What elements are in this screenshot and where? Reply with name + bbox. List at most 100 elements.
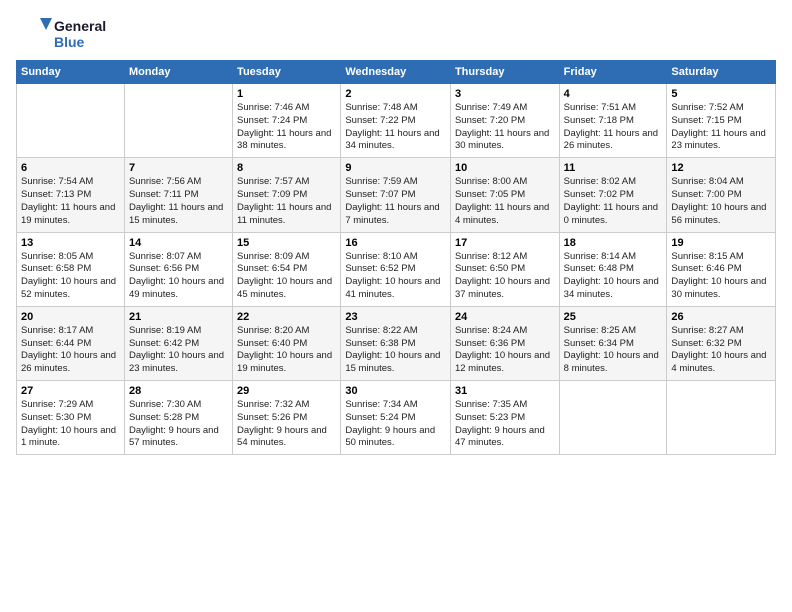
day-cell: 8Sunrise: 7:57 AM Sunset: 7:09 PM Daylig…: [233, 158, 341, 232]
day-cell: 25 Sunrise: 8:25 AM Sunset: 6:34 PM Dayli…: [559, 306, 667, 380]
header: General Blue: [16, 16, 776, 52]
week-row-3: 13 Sunrise: 8:05 AM Sunset: 6:58 PM Dayli…: [17, 232, 776, 306]
header-cell-saturday: Saturday: [667, 61, 776, 84]
day-number: 5: [671, 88, 771, 100]
day-info: Sunrise: 7:52 AM Sunset: 7:15 PM Dayligh…: [671, 102, 771, 153]
day-info: Sunrise: 8:27 AM Sunset: 6:32 PM Dayligh…: [671, 325, 771, 376]
day-number: 29: [237, 385, 336, 397]
day-number: 24: [455, 311, 555, 323]
day-number: 25: [564, 311, 663, 323]
day-cell: [559, 381, 667, 455]
day-cell: 14Sunrise: 8:07 AM Sunset: 6:56 PM Dayli…: [124, 232, 232, 306]
day-number: 27: [21, 385, 120, 397]
header-cell-tuesday: Tuesday: [233, 61, 341, 84]
day-number: 9: [345, 162, 446, 174]
day-cell: 16 Sunrise: 8:10 AM Sunset: 6:52 PM Dayli…: [341, 232, 451, 306]
day-cell: 2Sunrise: 7:48 AM Sunset: 7:22 PM Daylig…: [341, 84, 451, 158]
day-info: Sunrise: 8:02 AM Sunset: 7:02 PM Dayligh…: [564, 176, 663, 227]
day-cell: 20 Sunrise: 8:17 AM Sunset: 6:44 PM Dayli…: [17, 306, 125, 380]
day-cell: 30Sunrise: 7:34 AM Sunset: 5:24 PM Dayli…: [341, 381, 451, 455]
day-cell: 22Sunrise: 8:20 AM Sunset: 6:40 PM Dayli…: [233, 306, 341, 380]
day-info: Sunrise: 8:00 AM Sunset: 7:05 PM Dayligh…: [455, 176, 555, 227]
day-cell: 31 Sunrise: 7:35 AM Sunset: 5:23 PM Dayli…: [450, 381, 559, 455]
day-cell: 18Sunrise: 8:14 AM Sunset: 6:48 PM Dayli…: [559, 232, 667, 306]
week-row-4: 20 Sunrise: 8:17 AM Sunset: 6:44 PM Dayli…: [17, 306, 776, 380]
day-info: Sunrise: 8:20 AM Sunset: 6:40 PM Dayligh…: [237, 325, 336, 376]
day-number: 31: [455, 385, 555, 397]
day-info: Sunrise: 7:51 AM Sunset: 7:18 PM Dayligh…: [564, 102, 663, 153]
day-number: 12: [671, 162, 771, 174]
day-info: Sunrise: 7:30 AM Sunset: 5:28 PM Dayligh…: [129, 399, 228, 450]
day-cell: 26Sunrise: 8:27 AM Sunset: 6:32 PM Dayli…: [667, 306, 776, 380]
header-cell-monday: Monday: [124, 61, 232, 84]
day-cell: [17, 84, 125, 158]
day-info: Sunrise: 8:12 AM Sunset: 6:50 PM Dayligh…: [455, 251, 555, 302]
day-number: 13: [21, 237, 120, 249]
day-cell: 10 Sunrise: 8:00 AM Sunset: 7:05 PM Dayli…: [450, 158, 559, 232]
day-cell: 21 Sunrise: 8:19 AM Sunset: 6:42 PM Dayli…: [124, 306, 232, 380]
day-number: 14: [129, 237, 228, 249]
day-cell: 29 Sunrise: 7:32 AM Sunset: 5:26 PM Dayli…: [233, 381, 341, 455]
day-cell: [667, 381, 776, 455]
day-cell: 7 Sunrise: 7:56 AM Sunset: 7:11 PM Daylig…: [124, 158, 232, 232]
day-cell: 1 Sunrise: 7:46 AM Sunset: 7:24 PM Daylig…: [233, 84, 341, 158]
day-cell: 23 Sunrise: 8:22 AM Sunset: 6:38 PM Dayli…: [341, 306, 451, 380]
day-info: Sunrise: 8:04 AM Sunset: 7:00 PM Dayligh…: [671, 176, 771, 227]
day-info: Sunrise: 7:49 AM Sunset: 7:20 PM Dayligh…: [455, 102, 555, 153]
day-number: 4: [564, 88, 663, 100]
day-number: 16: [345, 237, 446, 249]
logo-blue: Blue: [54, 34, 106, 50]
week-row-5: 27 Sunrise: 7:29 AM Sunset: 5:30 PM Dayli…: [17, 381, 776, 455]
day-info: Sunrise: 8:19 AM Sunset: 6:42 PM Dayligh…: [129, 325, 228, 376]
day-info: Sunrise: 7:35 AM Sunset: 5:23 PM Dayligh…: [455, 399, 555, 450]
day-number: 15: [237, 237, 336, 249]
day-cell: 13 Sunrise: 8:05 AM Sunset: 6:58 PM Dayli…: [17, 232, 125, 306]
logo-general: General: [54, 18, 106, 34]
day-number: 10: [455, 162, 555, 174]
day-info: Sunrise: 8:24 AM Sunset: 6:36 PM Dayligh…: [455, 325, 555, 376]
day-info: Sunrise: 8:14 AM Sunset: 6:48 PM Dayligh…: [564, 251, 663, 302]
day-info: Sunrise: 7:29 AM Sunset: 5:30 PM Dayligh…: [21, 399, 120, 450]
day-number: 7: [129, 162, 228, 174]
day-number: 21: [129, 311, 228, 323]
day-number: 1: [237, 88, 336, 100]
day-info: Sunrise: 8:25 AM Sunset: 6:34 PM Dayligh…: [564, 325, 663, 376]
day-cell: 27 Sunrise: 7:29 AM Sunset: 5:30 PM Dayli…: [17, 381, 125, 455]
day-info: Sunrise: 8:15 AM Sunset: 6:46 PM Dayligh…: [671, 251, 771, 302]
week-row-2: 6Sunrise: 7:54 AM Sunset: 7:13 PM Daylig…: [17, 158, 776, 232]
day-cell: 11Sunrise: 8:02 AM Sunset: 7:02 PM Dayli…: [559, 158, 667, 232]
day-info: Sunrise: 7:54 AM Sunset: 7:13 PM Dayligh…: [21, 176, 120, 227]
week-row-1: 1 Sunrise: 7:46 AM Sunset: 7:24 PM Daylig…: [17, 84, 776, 158]
day-number: 30: [345, 385, 446, 397]
day-cell: 6Sunrise: 7:54 AM Sunset: 7:13 PM Daylig…: [17, 158, 125, 232]
day-info: Sunrise: 7:56 AM Sunset: 7:11 PM Dayligh…: [129, 176, 228, 227]
day-info: Sunrise: 7:32 AM Sunset: 5:26 PM Dayligh…: [237, 399, 336, 450]
day-info: Sunrise: 8:17 AM Sunset: 6:44 PM Dayligh…: [21, 325, 120, 376]
header-cell-friday: Friday: [559, 61, 667, 84]
header-cell-wednesday: Wednesday: [341, 61, 451, 84]
day-info: Sunrise: 8:10 AM Sunset: 6:52 PM Dayligh…: [345, 251, 446, 302]
day-cell: 24 Sunrise: 8:24 AM Sunset: 6:36 PM Dayli…: [450, 306, 559, 380]
day-info: Sunrise: 7:46 AM Sunset: 7:24 PM Dayligh…: [237, 102, 336, 153]
header-cell-sunday: Sunday: [17, 61, 125, 84]
day-number: 3: [455, 88, 555, 100]
header-row: SundayMondayTuesdayWednesdayThursdayFrid…: [17, 61, 776, 84]
calendar-table: SundayMondayTuesdayWednesdayThursdayFrid…: [16, 60, 776, 455]
day-cell: 4 Sunrise: 7:51 AM Sunset: 7:18 PM Daylig…: [559, 84, 667, 158]
day-info: Sunrise: 7:59 AM Sunset: 7:07 PM Dayligh…: [345, 176, 446, 227]
page-container: General Blue SundayMondayTuesdayWednesda…: [0, 0, 792, 463]
day-number: 17: [455, 237, 555, 249]
day-number: 20: [21, 311, 120, 323]
header-cell-thursday: Thursday: [450, 61, 559, 84]
day-number: 19: [671, 237, 771, 249]
day-info: Sunrise: 8:05 AM Sunset: 6:58 PM Dayligh…: [21, 251, 120, 302]
day-number: 23: [345, 311, 446, 323]
day-info: Sunrise: 8:09 AM Sunset: 6:54 PM Dayligh…: [237, 251, 336, 302]
day-number: 28: [129, 385, 228, 397]
day-cell: 28 Sunrise: 7:30 AM Sunset: 5:28 PM Dayli…: [124, 381, 232, 455]
day-cell: 3 Sunrise: 7:49 AM Sunset: 7:20 PM Daylig…: [450, 84, 559, 158]
day-cell: 5 Sunrise: 7:52 AM Sunset: 7:15 PM Daylig…: [667, 84, 776, 158]
day-cell: 9 Sunrise: 7:59 AM Sunset: 7:07 PM Daylig…: [341, 158, 451, 232]
day-info: Sunrise: 8:22 AM Sunset: 6:38 PM Dayligh…: [345, 325, 446, 376]
day-number: 8: [237, 162, 336, 174]
